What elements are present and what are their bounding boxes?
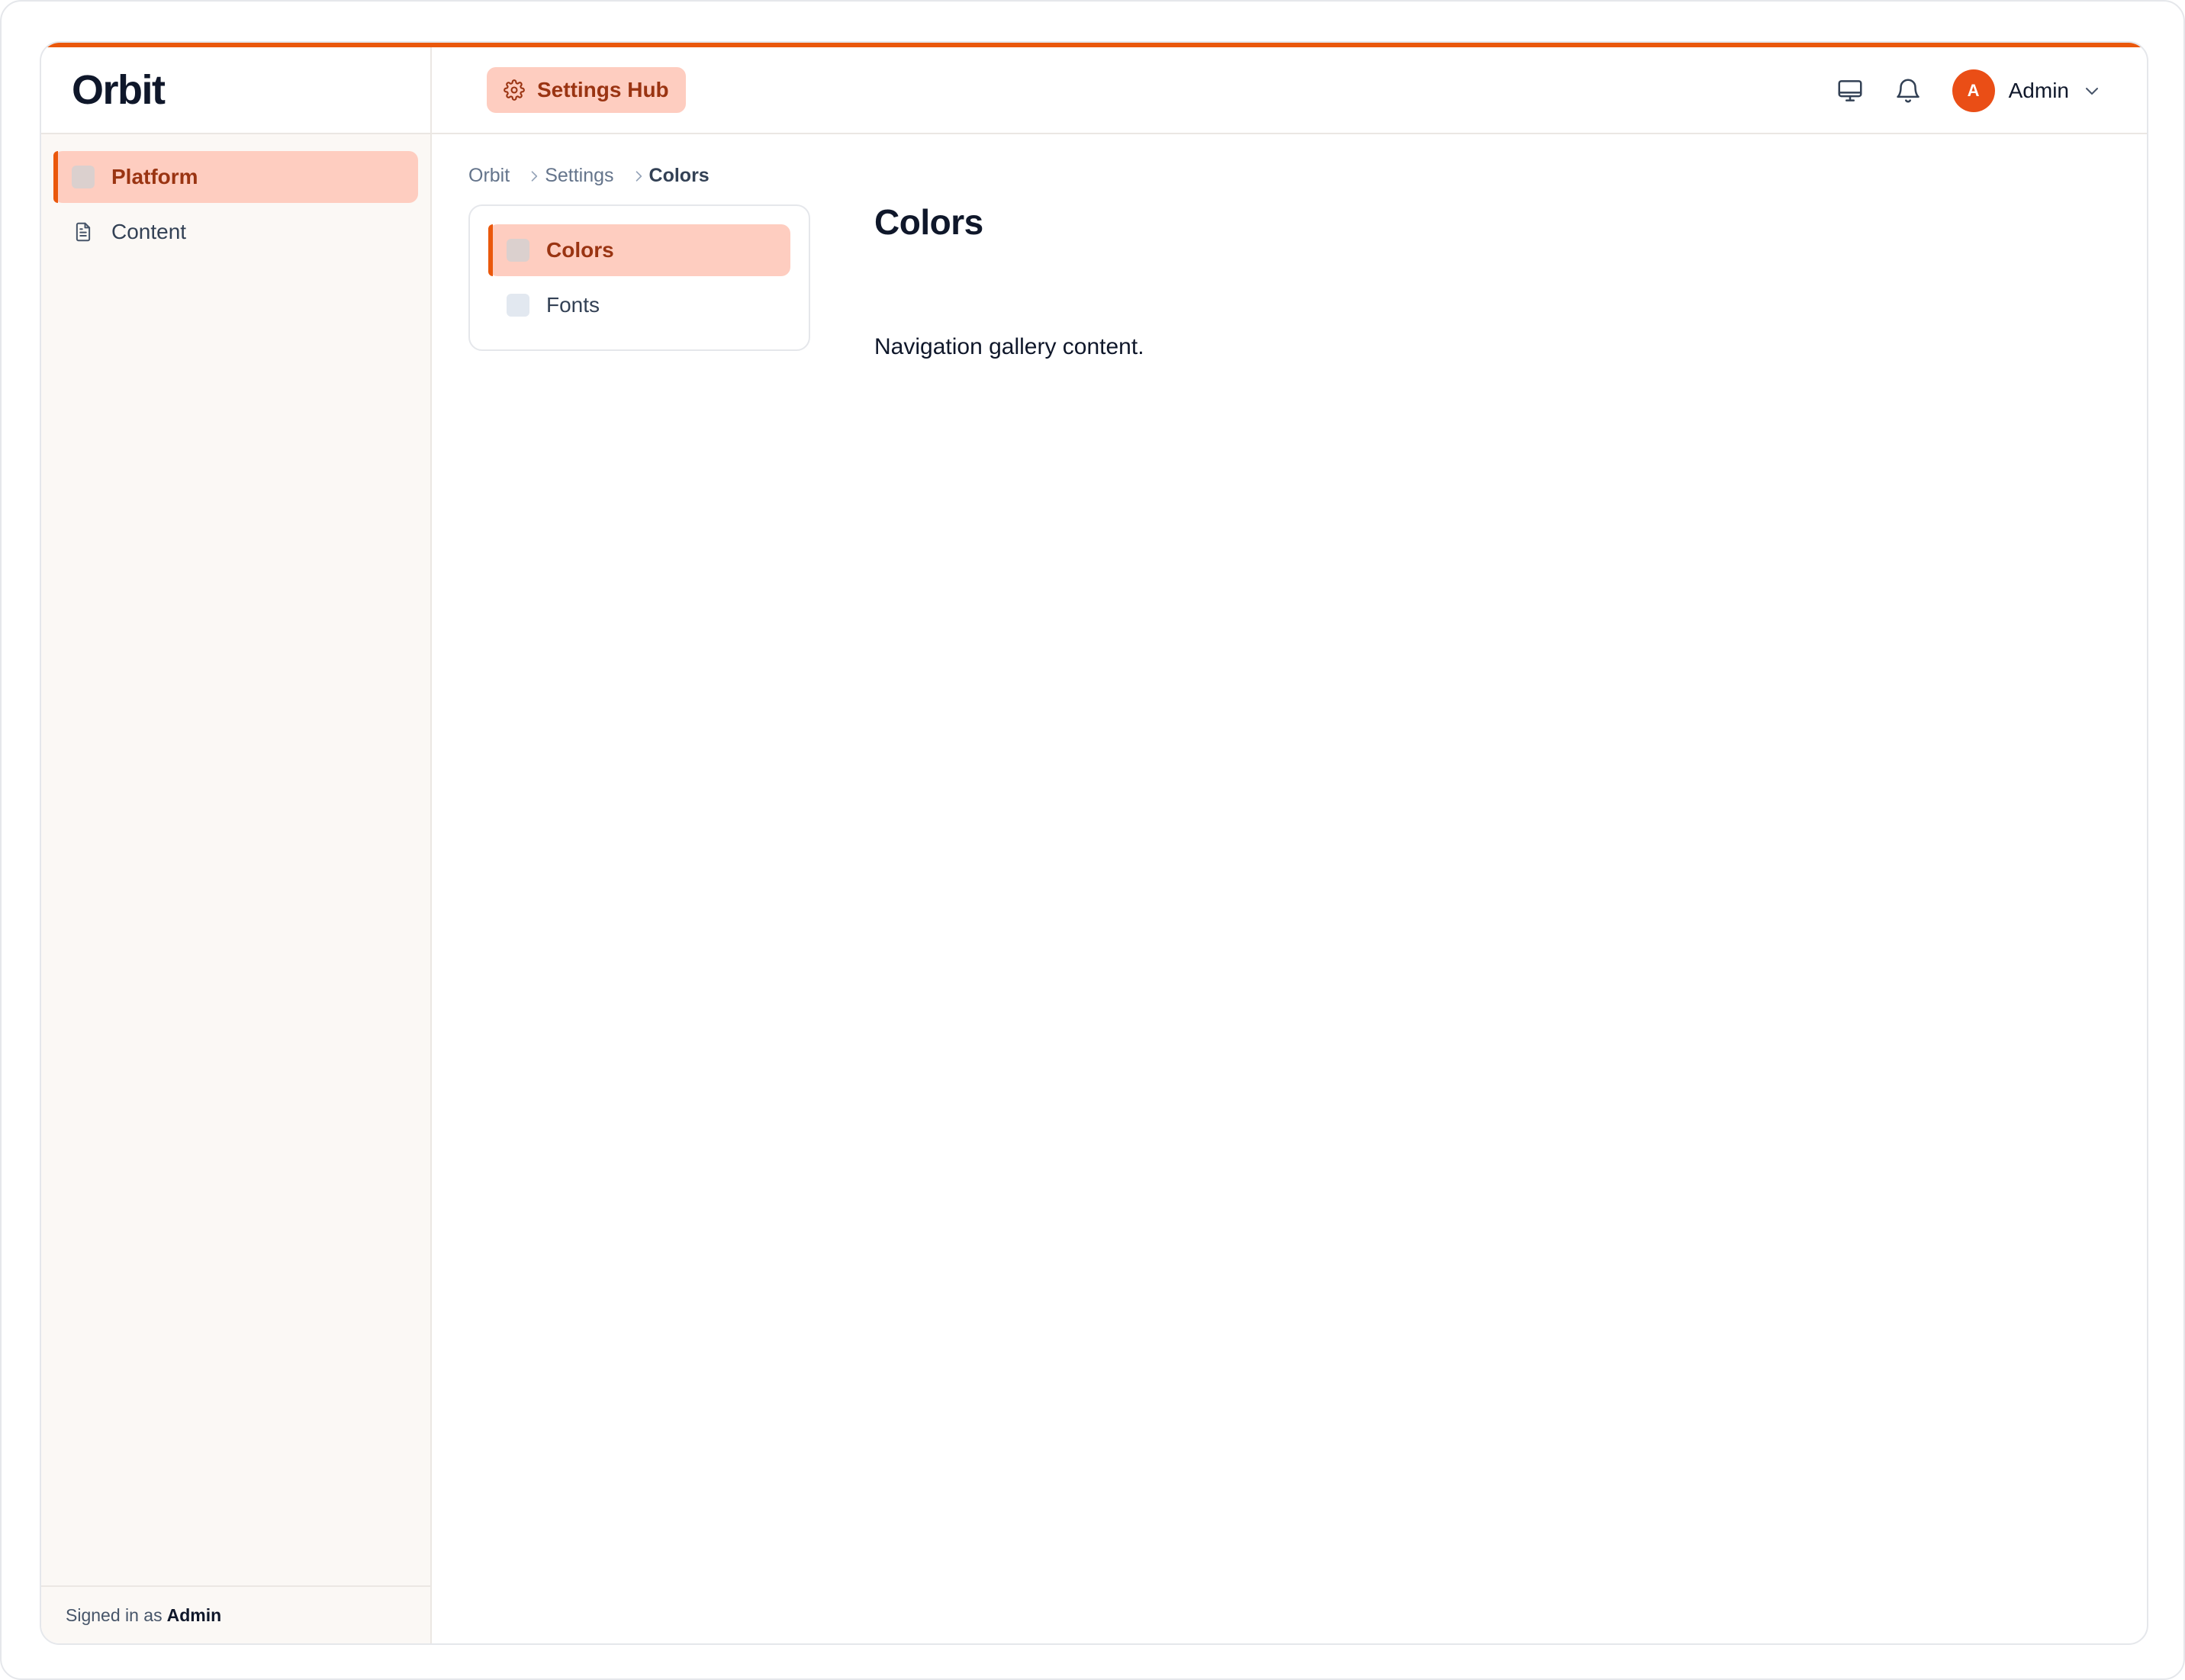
page-description: Navigation gallery content. [874, 334, 1144, 359]
sidebar: Orbit Platform Content Signed in as Admi… [41, 47, 432, 1643]
settings-hub-button[interactable]: Settings Hub [487, 67, 686, 113]
breadcrumb: Orbit Settings Colors [468, 165, 710, 187]
signed-in-prefix: Signed in as [66, 1604, 163, 1625]
monitor-button[interactable] [1833, 74, 1867, 108]
sidebar-item-label: Content [111, 220, 187, 243]
square-icon [507, 294, 529, 317]
app-window: Orbit Platform Content Signed in as Admi… [40, 41, 2148, 1645]
subnav-item-label: Fonts [546, 293, 600, 317]
signed-in-user: Admin [166, 1604, 222, 1625]
sidebar-nav: Platform Content [41, 134, 430, 278]
top-header: Settings Hub A Admin [432, 47, 2147, 134]
subnav-item-colors[interactable]: Colors [488, 224, 790, 276]
breadcrumb-item-settings[interactable]: Settings [545, 165, 613, 187]
sidebar-item-label: Platform [111, 165, 198, 188]
sidebar-item-platform[interactable]: Platform [53, 151, 418, 203]
brand: Orbit [41, 47, 430, 134]
notifications-button[interactable] [1891, 74, 1925, 108]
chevron-down-icon[interactable] [2083, 82, 2101, 100]
square-icon [507, 239, 529, 262]
brand-logo-text[interactable]: Orbit [72, 66, 166, 114]
document-icon [76, 222, 91, 242]
settings-hub-label: Settings Hub [537, 78, 669, 101]
subnav-item-fonts[interactable]: Fonts [488, 279, 790, 331]
monitor-icon [1838, 80, 1862, 101]
main-content: Orbit Settings Colors Colors Fonts Color… [432, 134, 2147, 1643]
subnav-item-label: Colors [546, 238, 614, 262]
breadcrumb-item-orbit[interactable]: Orbit [468, 165, 510, 187]
square-icon [72, 166, 95, 188]
breadcrumb-item-current: Colors [648, 165, 710, 186]
user-menu-name[interactable]: Admin [2009, 79, 2069, 103]
sub-navigation: Colors Fonts [468, 204, 810, 351]
bell-icon [1896, 79, 1920, 103]
gear-icon [504, 79, 525, 101]
chevron-right-icon [531, 170, 538, 182]
page-title: Colors [874, 202, 983, 242]
signed-in-footer: Signed in as Admin [41, 1585, 430, 1643]
window-frame: Orbit Platform Content Signed in as Admi… [0, 0, 2185, 1680]
header-actions: A Admin [1833, 47, 2101, 134]
chevron-right-icon [636, 170, 642, 182]
avatar[interactable]: A [1952, 69, 1995, 112]
sidebar-item-content[interactable]: Content [53, 206, 418, 258]
